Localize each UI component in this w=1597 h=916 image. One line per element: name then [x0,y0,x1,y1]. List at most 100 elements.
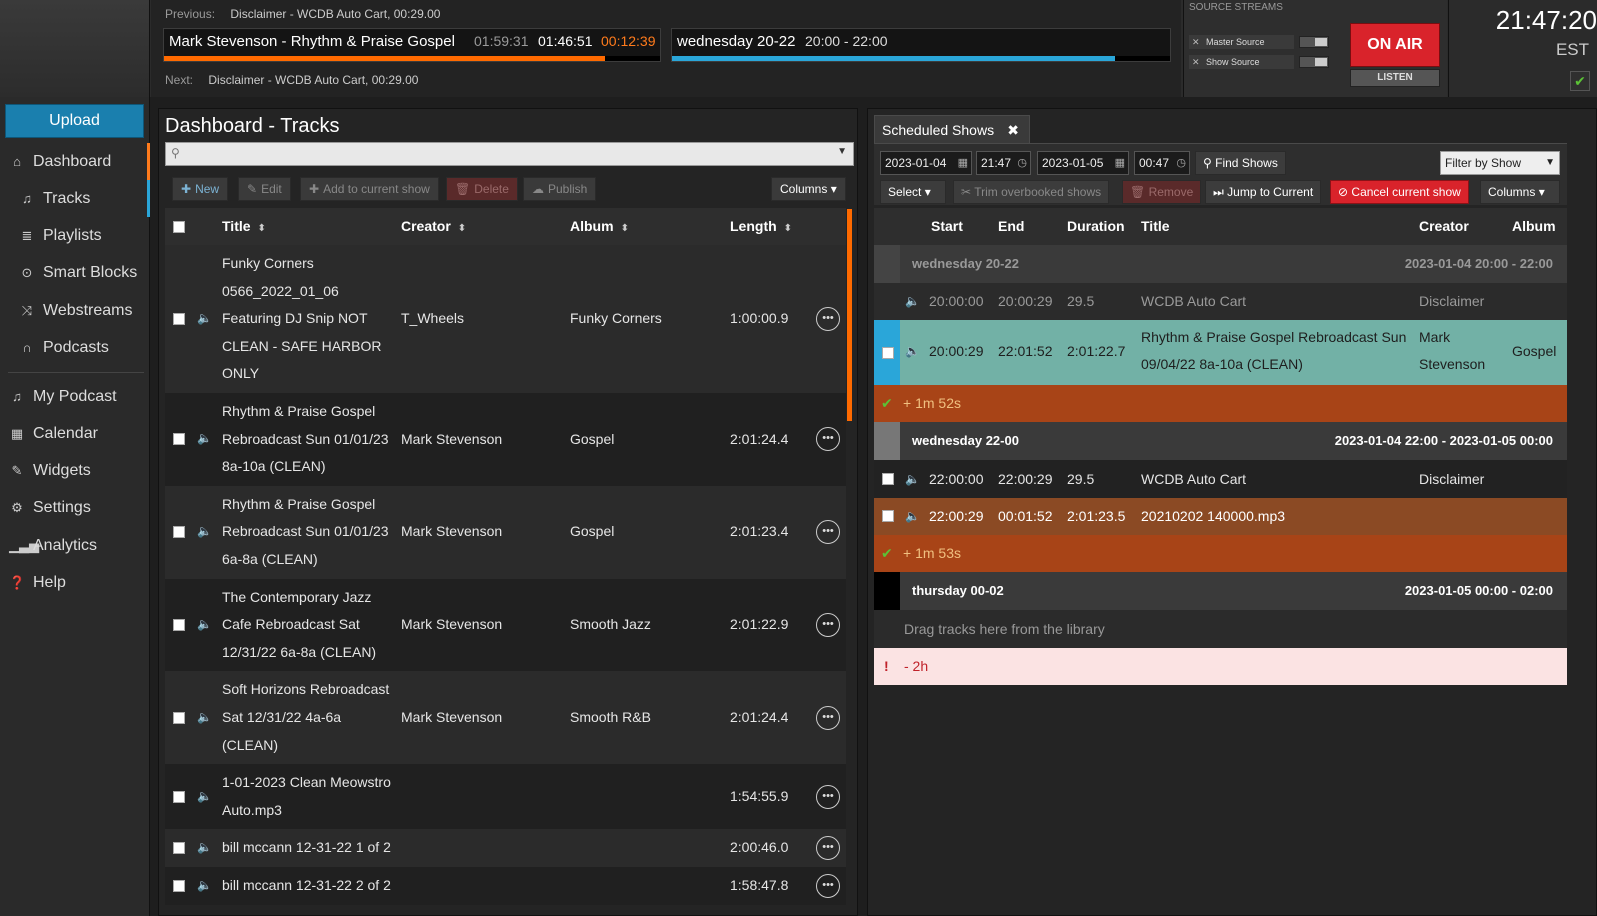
end-date-field[interactable]: 2023-01-05 ▦ [1037,151,1129,175]
show-source-toggle[interactable] [1299,56,1329,68]
row-checkbox[interactable] [882,510,894,522]
row-creator: Mark Stevenson [401,523,503,540]
sidebar-item-dashboard[interactable]: ⌂ Dashboard [0,143,150,180]
select-button[interactable]: Select ▾ [880,180,946,204]
close-icon[interactable]: ✕ [1192,35,1200,49]
row-checkbox[interactable] [173,711,185,724]
columns-button[interactable]: Columns ▾ [771,177,846,201]
sidebar-item-widgets[interactable]: ✎ Widgets [0,452,150,489]
jump-to-current-button[interactable]: ⏭ Jump to Current [1205,180,1322,204]
sidebar-item-help[interactable]: ❓ Help [0,564,150,601]
sidebar-item-settings[interactable]: ⚙ Settings [0,489,150,526]
sidebar-item-webstreams[interactable]: ⤨ Webstreams [0,292,150,329]
row-duration: 29.5 [1067,471,1095,487]
table-row[interactable]: 🔈 The Contemporary Jazz Cafe Rebroadcast S… [165,578,846,672]
table-row[interactable]: 🔈 22:00:00 22:00:29 29.5 WCDB Auto Cart … [874,460,1567,498]
speaker-icon[interactable]: 🔈 [197,311,212,325]
more-options-icon[interactable]: ••• [816,873,840,898]
cancel-current-show-button[interactable]: ⊘ Cancel current show [1330,180,1469,204]
column-creator[interactable]: Creator ⬍ [401,208,466,245]
find-shows-button[interactable]: ⚲ Find Shows [1195,151,1286,175]
speaker-icon[interactable]: 🔈 [197,840,212,854]
tab-scheduled-shows[interactable]: Scheduled Shows ✖ [874,115,1030,143]
new-button[interactable]: ✚ New [172,177,229,201]
more-options-icon[interactable]: ••• [816,612,840,637]
drop-zone-label: Drag tracks here from the library [904,621,1105,637]
speaker-icon[interactable]: 🔈 [197,431,212,445]
start-time-field[interactable]: 21:47 ◷ [976,151,1031,175]
table-row[interactable]: 🔈 20:00:00 20:00:29 29.5 WCDB Auto Cart … [874,283,1567,320]
row-checkbox[interactable] [173,790,185,803]
column-album[interactable]: Album [1512,208,1556,245]
row-checkbox[interactable] [173,618,185,631]
sidebar-item-analytics[interactable]: ▁▃▅ Analytics [0,527,150,564]
trim-overbooked-button[interactable]: ✂ Trim overbooked shows [953,180,1110,204]
table-row[interactable]: 🔈 Funky Corners 0566_2022_01_06 Featuring D… [165,245,846,393]
table-row[interactable]: 🔈 bill mccann 12-31-22 1 of 2 2:00:46.0 ••• [165,829,846,867]
more-options-icon[interactable]: ••• [816,520,840,545]
column-album[interactable]: Album ⬍ [570,208,629,245]
column-duration[interactable]: Duration [1067,208,1125,245]
more-options-icon[interactable]: ••• [816,427,840,452]
row-checkbox[interactable] [173,879,185,892]
add-to-show-button[interactable]: ✚ Add to current show [300,177,439,201]
remove-label: Remove [1148,185,1194,199]
more-options-icon[interactable]: ••• [816,836,840,861]
end-time-field[interactable]: 00:47 ◷ [1134,151,1190,175]
row-checkbox[interactable] [882,347,894,359]
more-options-icon[interactable]: ••• [816,784,840,809]
row-checkbox[interactable] [173,313,185,325]
row-checkbox[interactable] [882,473,894,485]
calendar-icon: ▦ [1114,157,1125,169]
scrollbar[interactable] [847,209,852,421]
row-checkbox[interactable] [173,433,185,446]
columns-button[interactable]: Columns ▾ [1480,180,1560,204]
more-options-icon[interactable]: ••• [816,705,840,730]
column-length[interactable]: Length ⬍ [730,208,792,245]
column-creator[interactable]: Creator [1419,208,1469,245]
row-length: 1:00:00.9 [730,310,789,327]
speaker-icon[interactable]: 🔈 [197,710,212,724]
column-start[interactable]: Start [931,208,963,245]
close-icon[interactable]: ✕ [1192,55,1200,69]
speaker-icon[interactable]: 🔈 [197,617,212,631]
search-input[interactable]: ⚲ ▼ [165,142,854,166]
master-source-toggle[interactable] [1299,36,1329,48]
listen-button[interactable]: LISTEN [1350,69,1440,87]
select-all-checkbox[interactable] [173,221,185,233]
table-row[interactable]: 🔈 Rhythm & Praise Gospel Rebroadcast Sun 0… [165,393,846,486]
filter-by-show-select[interactable]: Filter by Show ▼ [1440,151,1560,175]
remove-button[interactable]: 🗑 Remove [1122,180,1202,204]
speaker-icon[interactable]: 🔈 [197,878,212,892]
sidebar-item-podcasts[interactable]: ∩ Podcasts [0,329,150,366]
row-checkbox[interactable] [173,526,185,539]
row-checkbox[interactable] [173,842,185,855]
publish-button[interactable]: ☁ Publish [523,177,597,201]
drop-zone[interactable]: Drag tracks here from the library [874,610,1567,648]
table-row[interactable]: 🔈 bill mccann 12-31-22 2 of 2 1:58:47.8 ••• [165,867,846,905]
table-row[interactable]: 🔈 Rhythm & Praise Gospel Rebroadcast Sun 0… [165,485,846,579]
edit-button[interactable]: ✎ Edit [238,177,291,201]
sidebar-item-my-podcast[interactable]: ♫ My Podcast [0,378,150,415]
column-title[interactable]: Title [1141,208,1170,245]
table-row[interactable]: 🔈 22:00:29 00:01:52 2:01:23.5 20210202 1… [874,498,1567,535]
table-row[interactable]: 🔈 Soft Horizons Rebroadcast Sat 12/31/22 4… [165,671,846,765]
on-air-button[interactable]: ON AIR [1350,23,1440,67]
start-date-field[interactable]: 2023-01-04 ▦ [880,151,972,175]
table-row[interactable]: 🔈 1-01-2023 Clean Meowstro Auto.mp3 1:54:55… [165,764,846,830]
speaker-icon[interactable]: 🔈 [197,789,212,803]
delete-button[interactable]: 🗑 Delete [446,177,518,201]
column-end[interactable]: End [998,208,1024,245]
column-title[interactable]: Title ⬍ [222,208,266,245]
sidebar-item-calendar[interactable]: ▦ Calendar [0,415,150,452]
close-icon[interactable]: ✖ [1007,116,1019,144]
sidebar-item-smart-blocks[interactable]: ⊙ Smart Blocks [0,254,150,291]
row-start: 20:00:29 [929,343,984,359]
chevron-down-icon[interactable]: ▼ [837,146,847,157]
speaker-icon[interactable]: 🔈 [197,524,212,538]
sidebar-item-tracks[interactable]: ♫ Tracks [0,180,150,217]
sidebar-item-playlists[interactable]: ≣ Playlists [0,217,150,254]
upload-button[interactable]: Upload [5,104,144,138]
more-options-icon[interactable]: ••• [816,307,840,331]
table-row-now-playing[interactable]: 🔈 20:00:29 22:01:52 2:01:22.7 Rhythm & P… [874,320,1567,385]
